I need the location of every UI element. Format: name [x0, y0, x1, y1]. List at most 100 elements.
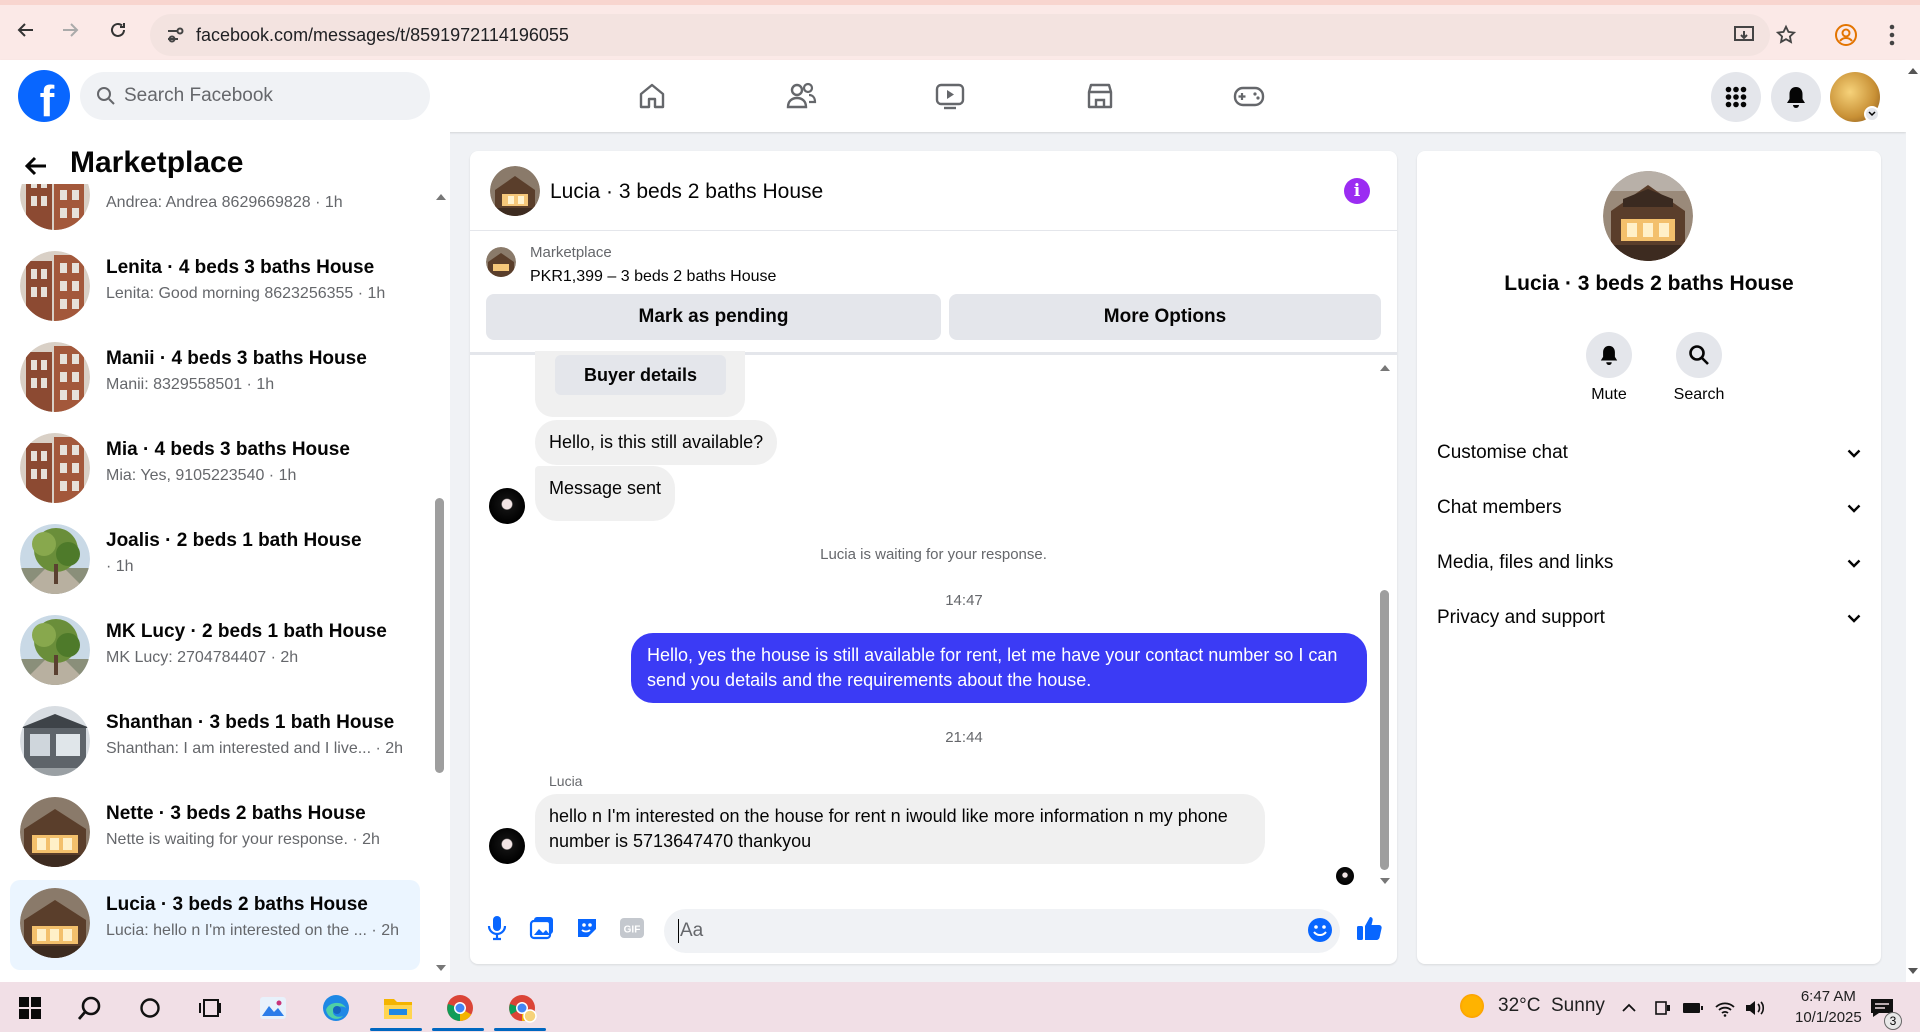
page-scrollbar[interactable]: [1906, 60, 1920, 982]
privacy-support-row[interactable]: Privacy and support: [1437, 598, 1861, 638]
account-chevron-down-icon[interactable]: [1864, 106, 1880, 122]
mark-as-pending-button[interactable]: Mark as pending: [486, 294, 941, 340]
volume-icon[interactable]: [1742, 990, 1768, 1026]
browser-menu-icon[interactable]: [1876, 19, 1908, 51]
file-explorer-icon[interactable]: [380, 990, 416, 1026]
conversation-item[interactable]: Andrea · 4 beds 3 baths House Andrea: And…: [10, 184, 420, 242]
bookmark-star-icon[interactable]: [1770, 19, 1802, 51]
buyer-details-button[interactable]: Buyer details: [555, 355, 726, 395]
like-thumbs-up-icon[interactable]: [1354, 913, 1384, 943]
chevron-down-icon: [1847, 449, 1861, 458]
message-composer: GIF Aa: [470, 895, 1397, 964]
outgoing-message-bubble[interactable]: Hello, yes the house is still available …: [631, 633, 1367, 703]
gif-icon[interactable]: GIF: [617, 913, 647, 943]
sidebar-title: Marketplace: [70, 146, 244, 179]
microphone-icon[interactable]: [482, 913, 512, 943]
conversation-item[interactable]: Nette · 3 beds 2 baths House Nette is wai…: [10, 789, 420, 879]
waiting-status: Lucia is waiting for your response.: [470, 546, 1397, 563]
chrome-icon[interactable]: [442, 990, 478, 1026]
chat-avatar[interactable]: [490, 166, 540, 216]
facebook-header: f Search Facebook: [0, 60, 1906, 132]
back-arrow-icon[interactable]: [8, 12, 44, 48]
address-bar[interactable]: facebook.com/messages/t/8591972114196055: [150, 14, 1770, 56]
windows-taskbar: 32°C Sunny 6:47 AM 10/1/2025 3: [0, 982, 1920, 1032]
emoji-icon[interactable]: [1305, 915, 1335, 945]
bell-icon[interactable]: [1586, 332, 1632, 378]
chat-members-row[interactable]: Chat members: [1437, 488, 1861, 528]
mute-button[interactable]: Mute: [1569, 332, 1649, 404]
gaming-icon[interactable]: [1229, 78, 1269, 114]
conversation-thumbnail: [20, 433, 90, 503]
menu-grid-icon[interactable]: [1711, 72, 1761, 122]
browser-toolbar: facebook.com/messages/t/8591972114196055: [0, 0, 1920, 60]
info-icon[interactable]: i: [1344, 178, 1370, 204]
product-thumbnail[interactable]: [486, 247, 516, 277]
chat-scroll-thumb[interactable]: [1380, 590, 1389, 870]
sender-avatar[interactable]: [489, 488, 525, 524]
video-icon[interactable]: [930, 78, 970, 114]
incoming-message-bubble[interactable]: hello n I'm interested on the house for …: [535, 794, 1265, 864]
device-icon[interactable]: [1650, 990, 1676, 1026]
task-view-icon[interactable]: [192, 990, 228, 1026]
cortana-icon[interactable]: [132, 990, 168, 1026]
facebook-logo-icon[interactable]: f: [18, 70, 70, 122]
windows-start-icon[interactable]: [12, 990, 48, 1026]
scroll-up-arrow-icon[interactable]: [434, 192, 448, 202]
back-arrow-icon[interactable]: [24, 152, 48, 184]
reload-icon[interactable]: [100, 12, 136, 48]
install-app-icon[interactable]: [1728, 19, 1760, 51]
forward-arrow-icon[interactable]: [52, 12, 88, 48]
chat-profile-picture[interactable]: [1603, 171, 1693, 261]
scroll-up-arrow-icon[interactable]: [1906, 66, 1920, 76]
sender-avatar[interactable]: [489, 828, 525, 864]
conversation-item[interactable]: Joalis · 2 beds 1 bath House · 1h: [10, 516, 420, 606]
photos-app-icon[interactable]: [255, 990, 291, 1026]
conversation-item[interactable]: Shanthan · 3 beds 1 bath House Shanthan: …: [10, 698, 420, 788]
conversation-item[interactable]: Lucia · 3 beds 2 baths House Lucia: hello…: [10, 880, 420, 970]
wifi-icon[interactable]: [1712, 990, 1738, 1026]
photo-icon[interactable]: [527, 913, 557, 943]
profile-icon[interactable]: [1830, 19, 1862, 51]
chat-title[interactable]: Lucia · 3 beds 2 baths House: [550, 180, 823, 204]
message-area: Buyer details Hello, is this still avail…: [470, 351, 1397, 895]
message-bubble[interactable]: Hello, is this still available?: [535, 420, 778, 465]
sidebar-scroll-thumb[interactable]: [435, 498, 444, 773]
conversation-preview: Andrea: Andrea 8629669828 · 1h: [106, 194, 343, 211]
conversation-item[interactable]: MK Lucy · 2 beds 1 bath House MK Lucy: 27…: [10, 607, 420, 697]
edge-browser-icon[interactable]: [318, 990, 354, 1026]
more-options-button[interactable]: More Options: [949, 294, 1381, 340]
system-clock[interactable]: 6:47 AM 10/1/2025: [1795, 986, 1862, 1028]
sticker-icon[interactable]: [572, 913, 602, 943]
conversation-thumbnail: [20, 251, 90, 321]
conversation-item[interactable]: Mia · 4 beds 3 baths House Mia: Yes, 9105…: [10, 425, 420, 515]
chrome-profile-icon[interactable]: [504, 990, 540, 1026]
marketplace-icon[interactable]: [1080, 78, 1120, 114]
customise-chat-row[interactable]: Customise chat: [1437, 433, 1861, 473]
message-bubble[interactable]: Message sent: [535, 466, 676, 521]
conversation-thumbnail: [20, 797, 90, 867]
message-input[interactable]: Aa: [664, 909, 1340, 953]
conversation-item[interactable]: Manii · 4 beds 3 baths House Manii: 83295…: [10, 334, 420, 424]
url-text: facebook.com/messages/t/8591972114196055: [196, 24, 569, 45]
row-label: Customise chat: [1437, 442, 1568, 463]
search-icon[interactable]: [1676, 332, 1722, 378]
media-files-links-row[interactable]: Media, files and links: [1437, 543, 1861, 583]
scroll-down-arrow-icon[interactable]: [434, 963, 448, 973]
product-title[interactable]: PKR1,399 – 3 beds 2 baths House: [530, 268, 776, 286]
conversation-name: Manii · 4 beds 3 baths House: [106, 348, 367, 369]
search-input[interactable]: Search Facebook: [80, 72, 430, 120]
site-settings-icon[interactable]: [164, 24, 186, 46]
conversation-item[interactable]: Lenita · 4 beds 3 baths House Lenita: Goo…: [10, 243, 420, 333]
scroll-down-arrow-icon[interactable]: [1906, 966, 1920, 976]
scroll-up-arrow-icon[interactable]: [1378, 363, 1392, 373]
home-icon[interactable]: [632, 78, 672, 114]
notification-center-icon[interactable]: 3: [1864, 990, 1902, 1030]
search-in-chat-button[interactable]: Search: [1659, 332, 1739, 404]
search-icon[interactable]: [72, 990, 108, 1026]
friends-icon[interactable]: [781, 78, 821, 114]
chevron-up-icon[interactable]: [1616, 990, 1642, 1026]
battery-icon[interactable]: [1680, 990, 1706, 1026]
scroll-down-arrow-icon[interactable]: [1378, 876, 1392, 886]
notifications-bell-icon[interactable]: [1771, 72, 1821, 122]
weather-widget[interactable]: 32°C Sunny: [1460, 994, 1605, 1018]
